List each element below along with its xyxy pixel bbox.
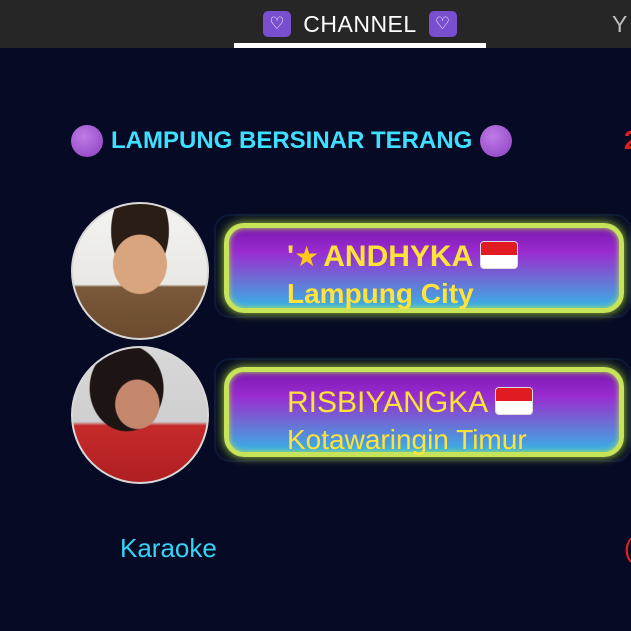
tab-channel-label: CHANNEL (303, 10, 417, 37)
user-city: Lampung City (287, 278, 474, 309)
top-tab-bar: ♡ CHANNEL ♡ Y (0, 0, 631, 48)
avatar[interactable] (71, 202, 209, 340)
user-name: RISBIYANGKA (287, 386, 489, 419)
indonesia-flag-icon (496, 388, 533, 414)
user-card[interactable]: RISBIYANGKA Kotawaringin Timur (214, 358, 631, 462)
avatar[interactable] (71, 346, 209, 484)
user-card[interactable]: '★ ANDHYKA Lampung City (214, 214, 631, 318)
purple-dot-icon (480, 125, 513, 157)
indonesia-flag-icon (481, 242, 518, 268)
star-icon: ★ (294, 241, 320, 272)
group-title-text: LAMPUNG BERSINAR TERANG (111, 127, 473, 154)
purple-dot-icon (71, 125, 103, 157)
footer-right-partial: ( (624, 533, 631, 564)
active-tab-indicator (234, 43, 486, 48)
group-right-partial: 2 (624, 125, 631, 156)
tab-next[interactable]: Y (612, 0, 631, 48)
user-name: ANDHYKA (323, 240, 474, 273)
user-card-frame: RISBIYANGKA Kotawaringin Timur (224, 367, 624, 457)
user-name-row: RISBIYANGKA (287, 386, 533, 420)
user-name-prefix: ' (287, 240, 295, 273)
user-card-frame: '★ ANDHYKA Lampung City (224, 223, 624, 313)
karaoke-label[interactable]: Karaoke (120, 533, 217, 564)
tab-next-label: Y (612, 10, 628, 37)
heart-icon: ♡ (428, 11, 457, 37)
tab-channel[interactable]: ♡ CHANNEL ♡ (234, 0, 486, 48)
heart-icon: ♡ (263, 11, 292, 37)
group-title: LAMPUNG BERSINAR TERANG (71, 124, 513, 158)
user-name-row: '★ ANDHYKA (287, 240, 518, 274)
user-city: Kotawaringin Timur (287, 424, 527, 455)
